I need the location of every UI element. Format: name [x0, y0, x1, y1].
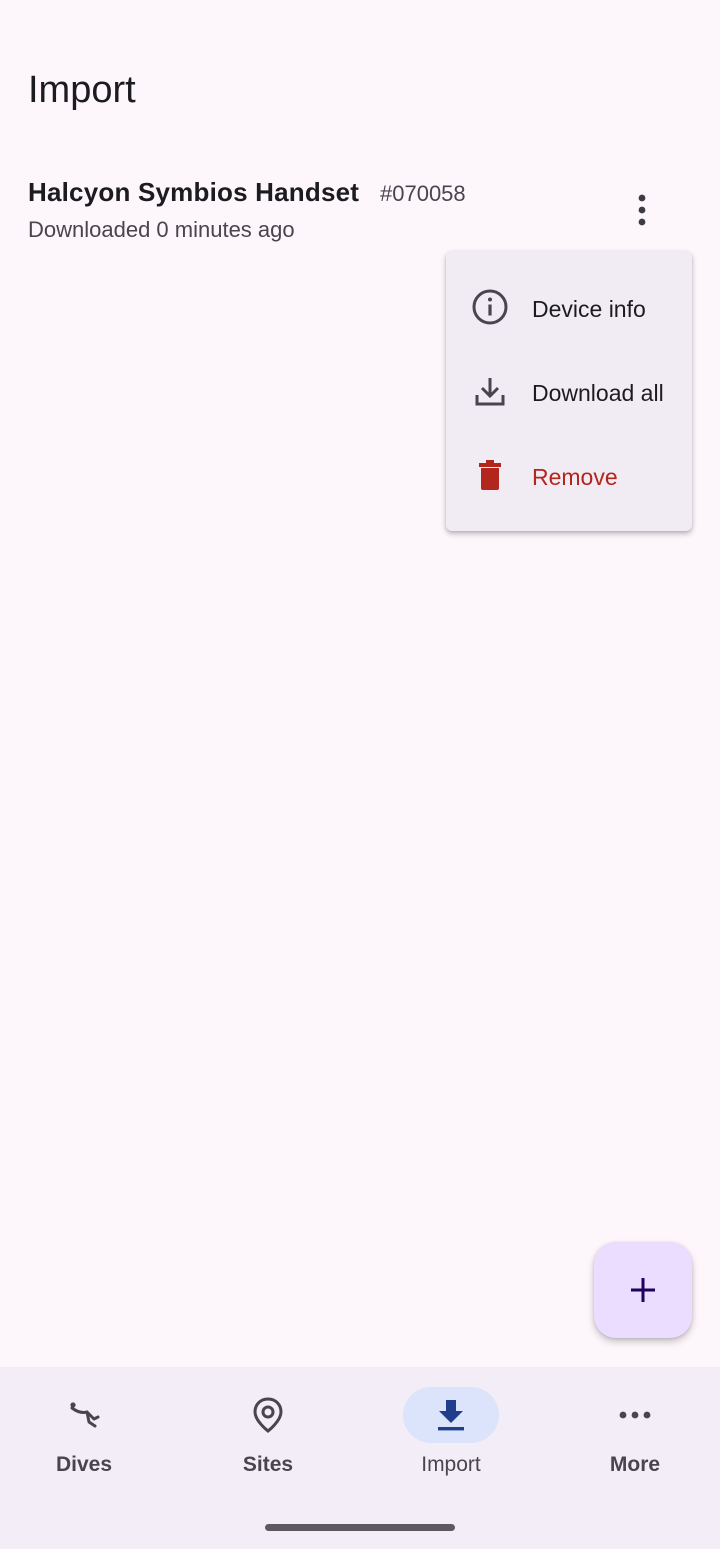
nav-pill — [36, 1387, 132, 1443]
gesture-handle[interactable] — [265, 1524, 455, 1531]
nav-pill-active — [403, 1387, 499, 1443]
nav-label: Import — [421, 1453, 481, 1476]
trash-icon — [479, 460, 501, 490]
device-status: Downloaded 0 minutes ago — [28, 217, 295, 242]
nav-pill — [587, 1387, 683, 1443]
add-device-button[interactable] — [594, 1242, 692, 1338]
menu-item-label: Device info — [532, 296, 646, 322]
info-icon — [472, 289, 508, 325]
nav-item-more[interactable]: More — [545, 1367, 720, 1497]
download-icon — [475, 378, 505, 406]
location-pin-icon — [253, 1397, 283, 1433]
device-overflow-menu: Device info Download all Remove — [446, 251, 692, 531]
nav-label: Dives — [55, 1453, 113, 1476]
nav-pill — [220, 1387, 316, 1443]
device-overflow-button[interactable] — [618, 186, 666, 234]
device-name: Halcyon Symbios Handset — [28, 177, 360, 207]
diver-icon — [70, 1402, 100, 1428]
device-list-item[interactable]: Halcyon Symbios Handset #070058 Download… — [0, 166, 720, 258]
plus-icon — [631, 1278, 655, 1302]
nav-item-dives[interactable]: Dives — [0, 1367, 174, 1497]
more-vert-icon — [638, 194, 646, 226]
download-icon — [438, 1400, 464, 1431]
nav-label: Sites — [242, 1453, 294, 1476]
device-serial: #070058 — [380, 181, 466, 206]
more-horiz-icon — [619, 1411, 651, 1419]
menu-item-download-all[interactable]: Download all — [446, 350, 692, 434]
menu-item-label: Remove — [532, 464, 618, 490]
menu-item-device-info[interactable]: Device info — [446, 266, 692, 350]
nav-item-import[interactable]: Import — [361, 1367, 541, 1497]
menu-item-label: Download all — [532, 380, 664, 406]
nav-item-sites[interactable]: Sites — [178, 1367, 358, 1497]
page-title: Import — [28, 69, 136, 111]
bottom-navigation: Dives Sites Import More — [0, 1367, 720, 1549]
nav-label: More — [609, 1453, 661, 1476]
menu-item-remove[interactable]: Remove — [446, 434, 692, 518]
